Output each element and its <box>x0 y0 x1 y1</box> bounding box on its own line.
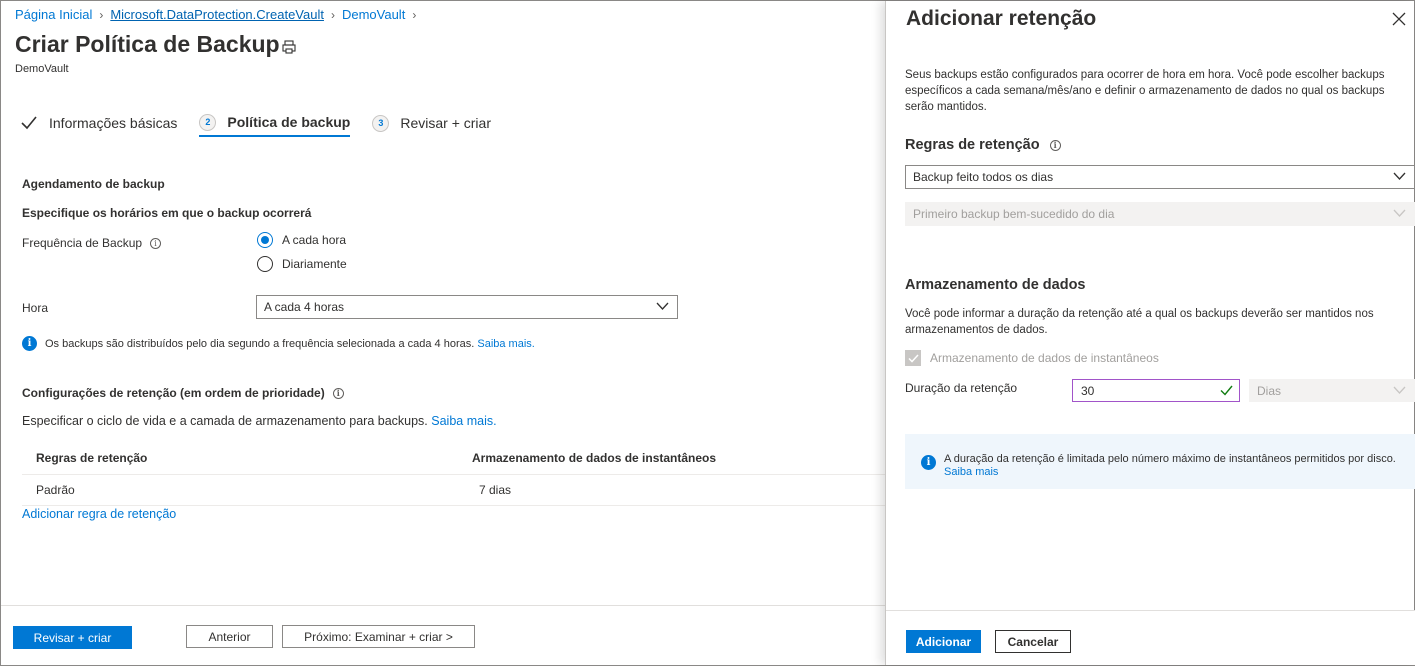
next-button[interactable]: Próximo: Examinar + criar > <box>282 625 475 648</box>
hour-dropdown[interactable]: A cada 4 horas <box>256 295 678 319</box>
cell-rule: Padrão <box>36 483 75 497</box>
step-review-create[interactable]: 3 Revisar + criar <box>372 109 491 137</box>
hour-dropdown-value: A cada 4 horas <box>264 300 345 314</box>
add-retention-panel: Adicionar retenção Seus backups estão co… <box>885 1 1415 665</box>
chevron-down-icon <box>1393 172 1406 180</box>
column-header-snapshot: Armazenamento de dados de instantâneos <box>472 451 717 465</box>
info-icon[interactable]: i <box>332 387 344 399</box>
learn-more-link[interactable]: Saiba mais. <box>431 414 496 428</box>
chevron-right-icon: › <box>412 7 417 22</box>
step-label: Revisar + criar <box>400 115 491 131</box>
step-number: 2 <box>199 113 217 131</box>
duration-input-value: 30 <box>1081 383 1095 398</box>
retention-description-text: Especificar o ciclo de vida e a camada d… <box>22 414 428 428</box>
step-label: Política de backup <box>227 114 351 130</box>
info-filled-icon: i <box>921 455 936 470</box>
chevron-down-icon <box>1393 386 1406 394</box>
duration-unit-value: Dias <box>1257 383 1282 398</box>
info-filled-icon: i <box>22 336 37 351</box>
print-icon[interactable] <box>281 39 297 55</box>
previous-button[interactable]: Anterior <box>186 625 273 648</box>
chevron-right-icon: › <box>99 7 104 22</box>
breadcrumb: Página Inicial › Microsoft.DataProtectio… <box>15 7 423 22</box>
add-retention-rule-link[interactable]: Adicionar regra de retenção <box>22 507 176 521</box>
retention-table-header: Regras de retenção Armazenamento de dado… <box>22 442 886 475</box>
checkmark-icon <box>21 116 37 130</box>
wizard-steps: Informações básicas 2 Política de backup… <box>21 109 513 137</box>
retention-rule-dropdown[interactable]: Backup feito todos os dias <box>905 165 1415 189</box>
step-backup-policy[interactable]: 2 Política de backup <box>199 109 351 137</box>
frequency-label-text: Frequência de Backup <box>22 236 143 250</box>
step-basics[interactable]: Informações básicas <box>21 109 177 137</box>
radio-button-selected[interactable] <box>257 232 273 248</box>
schedule-instruction: Especifique os horários em que o backup … <box>22 206 312 220</box>
learn-more-link[interactable]: Saiba mais <box>944 466 998 478</box>
retention-heading-text: Configurações de retenção (em ordem de p… <box>22 386 325 400</box>
radio-hourly[interactable]: A cada hora <box>257 232 346 248</box>
radio-button[interactable] <box>257 256 273 272</box>
retention-rules-heading: Regras de retenção i <box>905 137 1061 153</box>
info-bar-text: A duração da retenção é limitada pelo nú… <box>944 453 1396 479</box>
step-number: 3 <box>372 114 390 132</box>
checkbox-checked-disabled <box>905 350 921 366</box>
retention-duration-input[interactable]: 30 <box>1072 379 1240 402</box>
breadcrumb-home[interactable]: Página Inicial <box>15 7 92 22</box>
snapshot-checkbox-label: Armazenamento de dados de instantâneos <box>930 351 1159 365</box>
chevron-down-icon <box>656 302 669 310</box>
review-create-button[interactable]: Revisar + criar <box>13 626 132 649</box>
panel-footer: Adicionar Cancelar <box>886 610 1415 665</box>
hour-label: Hora <box>22 301 49 315</box>
step-label: Informações básicas <box>49 115 178 131</box>
info-icon[interactable]: i <box>150 237 162 249</box>
checkmark-icon <box>907 353 919 363</box>
schedule-heading: Agendamento de backup <box>22 177 165 191</box>
checkmark-valid-icon <box>1220 385 1233 396</box>
close-icon[interactable] <box>1391 11 1407 27</box>
breadcrumb-create-vault[interactable]: Microsoft.DataProtection.CreateVault <box>110 7 324 22</box>
learn-more-link[interactable]: Saiba mais. <box>477 338 534 350</box>
snapshot-checkbox: Armazenamento de dados de instantâneos <box>905 350 1159 366</box>
retention-description: Especificar o ciclo de vida e a camada d… <box>22 414 497 428</box>
chevron-down-icon <box>1393 209 1406 217</box>
panel-title: Adicionar retenção <box>906 7 1097 30</box>
retention-heading: Configurações de retenção (em ordem de p… <box>22 386 344 400</box>
main-content: Página Inicial › Microsoft.DataProtectio… <box>1 1 886 665</box>
cancel-button[interactable]: Cancelar <box>995 630 1071 653</box>
column-header-rules: Regras de retenção <box>36 451 148 465</box>
duration-unit-dropdown: Dias <box>1249 379 1415 402</box>
retention-rule-dropdown-value: Backup feito todos os dias <box>913 170 1054 184</box>
chevron-right-icon: › <box>330 7 335 22</box>
retention-rules-heading-text: Regras de retenção <box>905 137 1040 153</box>
frequency-info: i Os backups são distribuídos pelo dia s… <box>22 336 535 351</box>
info-icon[interactable]: i <box>1049 139 1061 151</box>
backup-selection-value: Primeiro backup bem-sucedido do dia <box>913 207 1115 221</box>
breadcrumb-vault[interactable]: DemoVault <box>342 7 405 22</box>
page-title: Criar Política de Backup <box>15 31 280 57</box>
info-bar-message: A duração da retenção é limitada pelo nú… <box>944 453 1396 465</box>
radio-label: Diariamente <box>282 257 347 271</box>
frequency-info-text: Os backups são distribuídos pelo dia seg… <box>45 337 475 350</box>
table-row[interactable]: Padrão 7 dias <box>22 475 886 506</box>
add-button[interactable]: Adicionar <box>906 630 981 653</box>
frequency-label: Frequência de Backup i <box>22 236 162 250</box>
backup-selection-dropdown: Primeiro backup bem-sucedido do dia <box>905 202 1415 226</box>
main-footer: Revisar + criar Anterior Próximo: Examin… <box>1 605 885 665</box>
retention-info-bar: i A duração da retenção é limitada pelo … <box>905 434 1415 489</box>
radio-daily[interactable]: Diariamente <box>257 256 347 272</box>
cell-snapshot: 7 dias <box>479 483 512 497</box>
radio-label: A cada hora <box>282 233 347 247</box>
panel-description: Seus backups estão configurados para oco… <box>905 69 1385 113</box>
storage-description: Você pode informar a duração da retenção… <box>905 308 1374 336</box>
storage-heading: Armazenamento de dados <box>905 277 1086 293</box>
page-subtitle: DemoVault <box>15 63 69 75</box>
